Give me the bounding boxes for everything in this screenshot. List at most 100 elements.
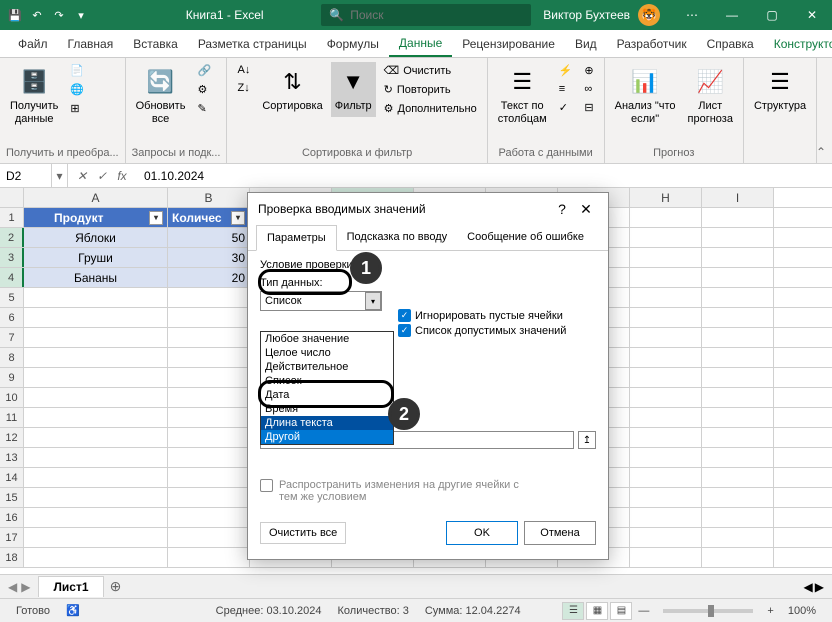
cell[interactable] xyxy=(168,468,250,487)
enter-formula-icon[interactable]: ✓ xyxy=(94,169,110,183)
row-header[interactable]: 3 xyxy=(0,248,24,267)
col-header-i[interactable]: I xyxy=(702,188,774,207)
dropdown-option[interactable]: Длина текста xyxy=(261,416,393,430)
in-cell-dropdown-checkbox[interactable]: ✓ xyxy=(398,324,411,337)
cell[interactable] xyxy=(24,508,168,527)
tab-view[interactable]: Вид xyxy=(565,30,607,57)
edit-links-button[interactable]: ✎ xyxy=(193,100,215,117)
cell[interactable] xyxy=(24,448,168,467)
refresh-all-button[interactable]: 🔄 Обновить все xyxy=(132,62,190,130)
clear-filter-button[interactable]: ⌫Очистить xyxy=(380,62,481,79)
from-web-button[interactable]: 🌐 xyxy=(66,81,88,98)
cell[interactable] xyxy=(702,348,774,367)
col-header-b[interactable]: B xyxy=(168,188,250,207)
cell[interactable] xyxy=(702,528,774,547)
cell[interactable] xyxy=(630,388,702,407)
tab-table-design[interactable]: Конструктор та xyxy=(764,30,832,57)
cell[interactable] xyxy=(630,308,702,327)
cell[interactable] xyxy=(168,328,250,347)
structure-button[interactable]: ☰ Структура xyxy=(750,62,810,117)
row-header[interactable]: 17 xyxy=(0,528,24,547)
dialog-tab-input-message[interactable]: Подсказка по вводу xyxy=(337,225,458,250)
sort-az-button[interactable]: A↓ xyxy=(233,62,254,78)
row-header[interactable]: 6 xyxy=(0,308,24,327)
dialog-close-button[interactable]: ✕ xyxy=(574,197,598,221)
get-data-button[interactable]: 🗄️ Получить данные xyxy=(6,62,62,130)
cell[interactable] xyxy=(24,528,168,547)
dropdown-option[interactable]: Другой xyxy=(261,430,393,444)
cell[interactable] xyxy=(702,308,774,327)
cell[interactable] xyxy=(630,248,702,267)
clear-all-button[interactable]: Очистить все xyxy=(260,522,346,544)
cell[interactable] xyxy=(630,408,702,427)
cell[interactable] xyxy=(24,428,168,447)
dialog-help-button[interactable]: ? xyxy=(550,197,574,221)
cell[interactable] xyxy=(24,388,168,407)
cell[interactable] xyxy=(24,548,168,567)
formula-input[interactable]: 01.10.2024 xyxy=(136,169,832,183)
relationships-button[interactable]: ∞ xyxy=(580,81,597,97)
cell[interactable] xyxy=(168,428,250,447)
fx-icon[interactable]: fx xyxy=(114,169,130,183)
what-if-button[interactable]: 📊 Анализ "что если" xyxy=(611,62,680,130)
zoom-slider[interactable] xyxy=(663,609,753,613)
view-page-layout-button[interactable]: ▦ xyxy=(586,602,608,620)
cell[interactable] xyxy=(168,348,250,367)
col-header-a[interactable]: A xyxy=(24,188,168,207)
sort-button[interactable]: ⇅ Сортировка xyxy=(258,62,326,117)
cancel-button[interactable]: Отмена xyxy=(524,521,596,545)
cell[interactable]: Количес▾ xyxy=(168,208,250,227)
add-sheet-button[interactable]: ⊕ xyxy=(104,575,128,599)
queries-button[interactable]: 🔗 xyxy=(193,62,215,79)
sheet-nav-prev[interactable]: ◀ xyxy=(8,580,17,594)
cell[interactable] xyxy=(630,288,702,307)
autosave-icon[interactable]: 💾 xyxy=(8,8,22,22)
row-header[interactable]: 11 xyxy=(0,408,24,427)
maximize-button[interactable]: ▢ xyxy=(752,0,792,30)
cell[interactable] xyxy=(702,328,774,347)
hscroll-right[interactable]: ▶ xyxy=(815,580,824,594)
cell[interactable] xyxy=(630,468,702,487)
minimize-button[interactable]: — xyxy=(712,0,752,30)
row-header[interactable]: 4 xyxy=(0,268,24,287)
row-header[interactable]: 15 xyxy=(0,488,24,507)
cell[interactable] xyxy=(702,508,774,527)
row-header[interactable]: 7 xyxy=(0,328,24,347)
data-validation-button[interactable]: ✓ xyxy=(555,99,577,116)
row-header[interactable]: 8 xyxy=(0,348,24,367)
cell[interactable]: 50 xyxy=(168,228,250,247)
cell[interactable] xyxy=(24,348,168,367)
properties-button[interactable]: ⚙ xyxy=(193,81,215,98)
name-box-dropdown[interactable]: ▾ xyxy=(52,164,68,187)
tab-home[interactable]: Главная xyxy=(58,30,124,57)
source-range-picker-button[interactable]: ↥ xyxy=(578,431,596,449)
cell[interactable] xyxy=(630,448,702,467)
cell[interactable] xyxy=(702,488,774,507)
cell[interactable] xyxy=(168,548,250,567)
cell[interactable] xyxy=(630,508,702,527)
from-text-button[interactable]: 📄 xyxy=(66,62,88,79)
undo-icon[interactable]: ↶ xyxy=(30,8,44,22)
cell[interactable] xyxy=(630,208,702,227)
cell[interactable] xyxy=(702,368,774,387)
name-box[interactable]: D2 xyxy=(0,164,52,187)
flash-fill-button[interactable]: ⚡ xyxy=(555,62,577,79)
row-header[interactable]: 16 xyxy=(0,508,24,527)
cell[interactable] xyxy=(630,548,702,567)
filter-dropdown-icon[interactable]: ▾ xyxy=(149,211,163,225)
tab-insert[interactable]: Вставка xyxy=(123,30,188,57)
cell[interactable] xyxy=(24,288,168,307)
zoom-level[interactable]: 100% xyxy=(780,605,824,617)
redo-icon[interactable]: ↷ xyxy=(52,8,66,22)
tab-layout[interactable]: Разметка страницы xyxy=(188,30,317,57)
sheet-tab-1[interactable]: Лист1 xyxy=(38,576,103,597)
row-header[interactable]: 10 xyxy=(0,388,24,407)
tab-file[interactable]: Файл xyxy=(8,30,58,57)
col-header-h[interactable]: H xyxy=(630,188,702,207)
filter-dropdown-icon[interactable]: ▾ xyxy=(231,211,245,225)
cell[interactable] xyxy=(702,288,774,307)
cell[interactable] xyxy=(702,448,774,467)
view-normal-button[interactable]: ☰ xyxy=(562,602,584,620)
search-input[interactable] xyxy=(350,8,523,22)
cell[interactable] xyxy=(24,368,168,387)
